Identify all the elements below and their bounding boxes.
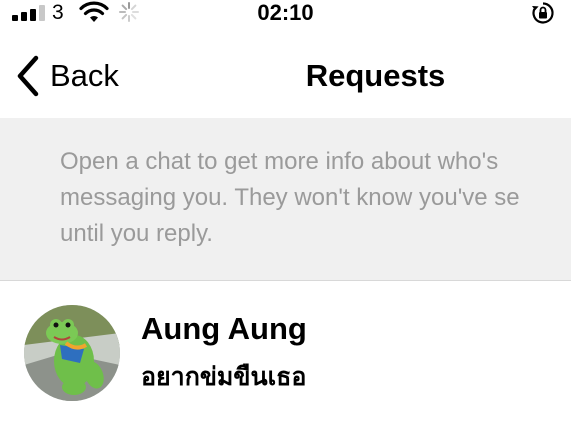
info-banner: Open a chat to get more info about who's…: [0, 118, 571, 281]
status-bar: 3 02:10: [0, 0, 571, 26]
avatar: [24, 305, 120, 401]
info-banner-text: Open a chat to get more info about who's…: [60, 148, 520, 247]
page-title: Requests: [305, 58, 446, 93]
status-time: 02:10: [257, 0, 314, 25]
message-preview: อยากข่มขืนเธอ: [141, 363, 307, 391]
contact-name: Aung Aung: [141, 311, 307, 346]
frog-avatar-icon: [24, 305, 120, 401]
request-row[interactable]: Aung Aung อยากข่มขืนเธอ: [0, 281, 571, 421]
rotation-lock-icon: [532, 2, 554, 24]
navigation-bar: Back Requests: [0, 40, 571, 112]
